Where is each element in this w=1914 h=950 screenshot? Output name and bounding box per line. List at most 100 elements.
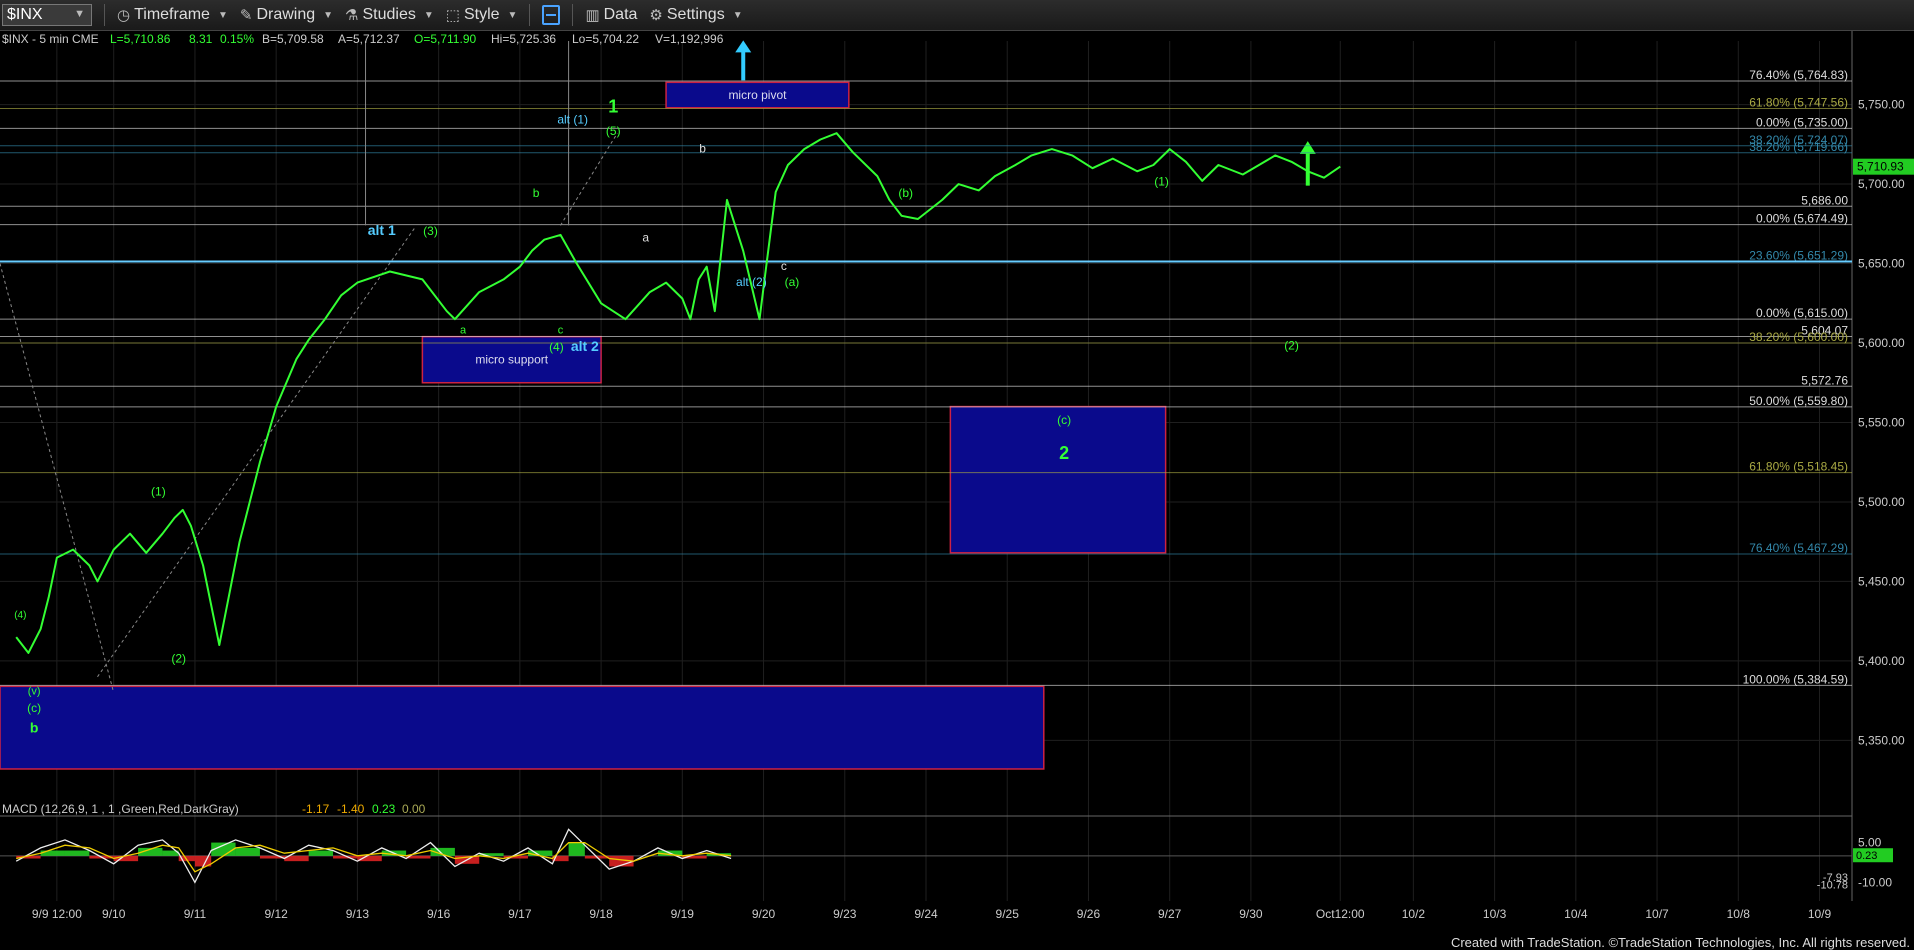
wave-label: (c) (1057, 413, 1071, 427)
toolbar-divider (529, 4, 531, 26)
price-tick-label: 5,650.00 (1858, 257, 1905, 271)
macd-right-label: 0.23 (1856, 850, 1877, 862)
macd-histogram-bar (568, 842, 585, 856)
date-tick-label: 9/19 (671, 907, 695, 921)
up-arrow-icon (735, 40, 752, 53)
wave-label: alt (2) (736, 275, 767, 289)
style-icon: ⬚ (445, 7, 460, 24)
wave-label: b (533, 186, 540, 200)
fib-level-label: 61.80% (5,747.56) (1749, 95, 1848, 109)
date-tick-label: 9/26 (1077, 907, 1101, 921)
header-high: Hi=5,725.36 (491, 32, 556, 46)
drawing-button[interactable]: ✎ Drawing ▼ (240, 6, 333, 24)
studies-button[interactable]: ⚗ Studies ▼ (345, 6, 434, 24)
price-tick-label: 5,400.00 (1858, 654, 1905, 668)
chevron-down-icon: ▼ (323, 9, 334, 21)
fib-level-label: 38.20% (5,719.66) (1749, 140, 1848, 154)
wave-label: (3) (423, 224, 438, 238)
pencil-icon: ✎ (239, 7, 253, 24)
style-button[interactable]: ⬚ Style ▼ (446, 6, 518, 24)
date-tick-label: 9/27 (1158, 907, 1182, 921)
symbol-input[interactable]: $INX ▼ (2, 4, 92, 26)
date-tick-label: 9/23 (833, 907, 857, 921)
settings-button[interactable]: ⚙ Settings ▼ (649, 6, 742, 24)
date-tick-label: 10/2 (1402, 907, 1426, 921)
chevron-down-icon: ▼ (423, 9, 434, 21)
header-open: O=5,711.90 (414, 32, 476, 46)
macd-histogram-bar (527, 850, 553, 856)
wave-label: (5) (606, 124, 621, 138)
toolbar: $INX ▼ ◷ Timeframe ▼ ✎ Drawing ▼ ⚗ Studi… (0, 0, 1914, 31)
fib-level-label: 100.00% (5,384.59) (1743, 672, 1848, 686)
price-tick-label: 5,450.00 (1858, 574, 1905, 588)
wave-label: b (30, 719, 39, 735)
wave-label: a (642, 230, 649, 244)
header-ask: A=5,712.37 (338, 32, 400, 46)
date-tick-label: 10/3 (1483, 907, 1507, 921)
wave-label: (v) (28, 685, 41, 697)
studies-label: Studies (362, 6, 416, 23)
date-tick-label: 9/10 (102, 907, 126, 921)
up-arrow-icon (1299, 141, 1316, 154)
data-button[interactable]: ▥ Data (585, 6, 637, 24)
fib-level-label: 0.00% (5,674.49) (1756, 212, 1848, 226)
wave-label: (a) (785, 275, 800, 289)
wave-label: (4) (14, 610, 26, 621)
date-axis: 9/9 12:00 9/10 9/11 9/12 9/13 9/16 9/17 9/18 9/1… (32, 907, 1832, 921)
header-change: 8.31 (189, 32, 213, 46)
wave-label: (1) (151, 485, 166, 499)
bar-chart-icon: ▥ (585, 7, 600, 24)
toolbar-divider (572, 4, 574, 26)
wave-label: alt 2 (571, 338, 599, 354)
timeframe-button[interactable]: ◷ Timeframe ▼ (117, 6, 228, 24)
wave-label: 2 (1059, 443, 1069, 463)
header-bid: B=5,709.58 (262, 32, 324, 46)
trend-line (97, 228, 415, 678)
date-tick-label: 9/16 (427, 907, 451, 921)
macd-tick-label: -10.00 (1858, 875, 1892, 889)
macd-histogram-bar (235, 847, 260, 856)
wave-label: b (699, 141, 706, 155)
style-label: Style (463, 6, 500, 23)
header-change-pct: 0.15% (220, 32, 254, 46)
macd-histogram-bar (64, 850, 90, 856)
gear-icon: ⚙ (649, 7, 663, 24)
wave-label: 1 (608, 97, 618, 117)
date-tick-label: 9/18 (589, 907, 613, 921)
macd-value: -1.40 (337, 802, 365, 816)
date-tick-label: 10/4 (1564, 907, 1588, 921)
zone-boxes: micro pivot micro support (0, 40, 1316, 770)
fib-level-label: 76.40% (5,467.29) (1749, 541, 1848, 555)
header-low: Lo=5,704.22 (572, 32, 639, 46)
wave-label: (1) (1154, 175, 1169, 189)
macd-tick-label: 5.00 (1858, 836, 1882, 850)
zone-box (0, 685, 1045, 770)
symbol-value: $INX (7, 6, 43, 23)
header-symbol: $INX - 5 min CME (2, 32, 99, 46)
settings-label: Settings (666, 6, 725, 23)
date-tick-label: 9/20 (752, 907, 776, 921)
date-tick-label: 9/9 12:00 (32, 907, 82, 921)
chevron-down-icon: ▼ (74, 8, 85, 20)
price-axis: 5,750.00 5,700.00 5,650.00 5,600.00 5,550.00… (1853, 98, 1914, 747)
price-series (15, 132, 1341, 654)
fib-level-label: 61.80% (5,518.45) (1749, 460, 1848, 474)
wave-label: a (460, 324, 467, 336)
layout-icon[interactable] (542, 5, 561, 25)
wave-label: (b) (898, 186, 913, 200)
wave-label: (2) (1284, 338, 1299, 352)
drawing-label: Drawing (256, 6, 316, 23)
zone-box-label: micro pivot (728, 88, 787, 102)
wave-label: c (558, 324, 564, 336)
chart-header: $INX - 5 min CME L=5,710.86 8.31 0.15% B… (2, 32, 724, 46)
date-tick-label: 9/11 (184, 907, 207, 921)
last-price-label: 5,710.93 (1857, 160, 1904, 174)
macd-value: 0.23 (372, 802, 396, 816)
wave-label: (4) (549, 340, 564, 354)
price-chart[interactable]: micro pivot micro support 76.40% (5,764.8… (0, 31, 1914, 931)
fib-level-label: 76.40% (5,764.83) (1749, 68, 1848, 82)
fib-level-label: 5,572.76 (1801, 373, 1848, 387)
fib-level-label: 38.20% (5,600.00) (1749, 330, 1848, 344)
wave-label: alt 1 (368, 222, 396, 238)
wave-label: (2) (171, 651, 186, 665)
